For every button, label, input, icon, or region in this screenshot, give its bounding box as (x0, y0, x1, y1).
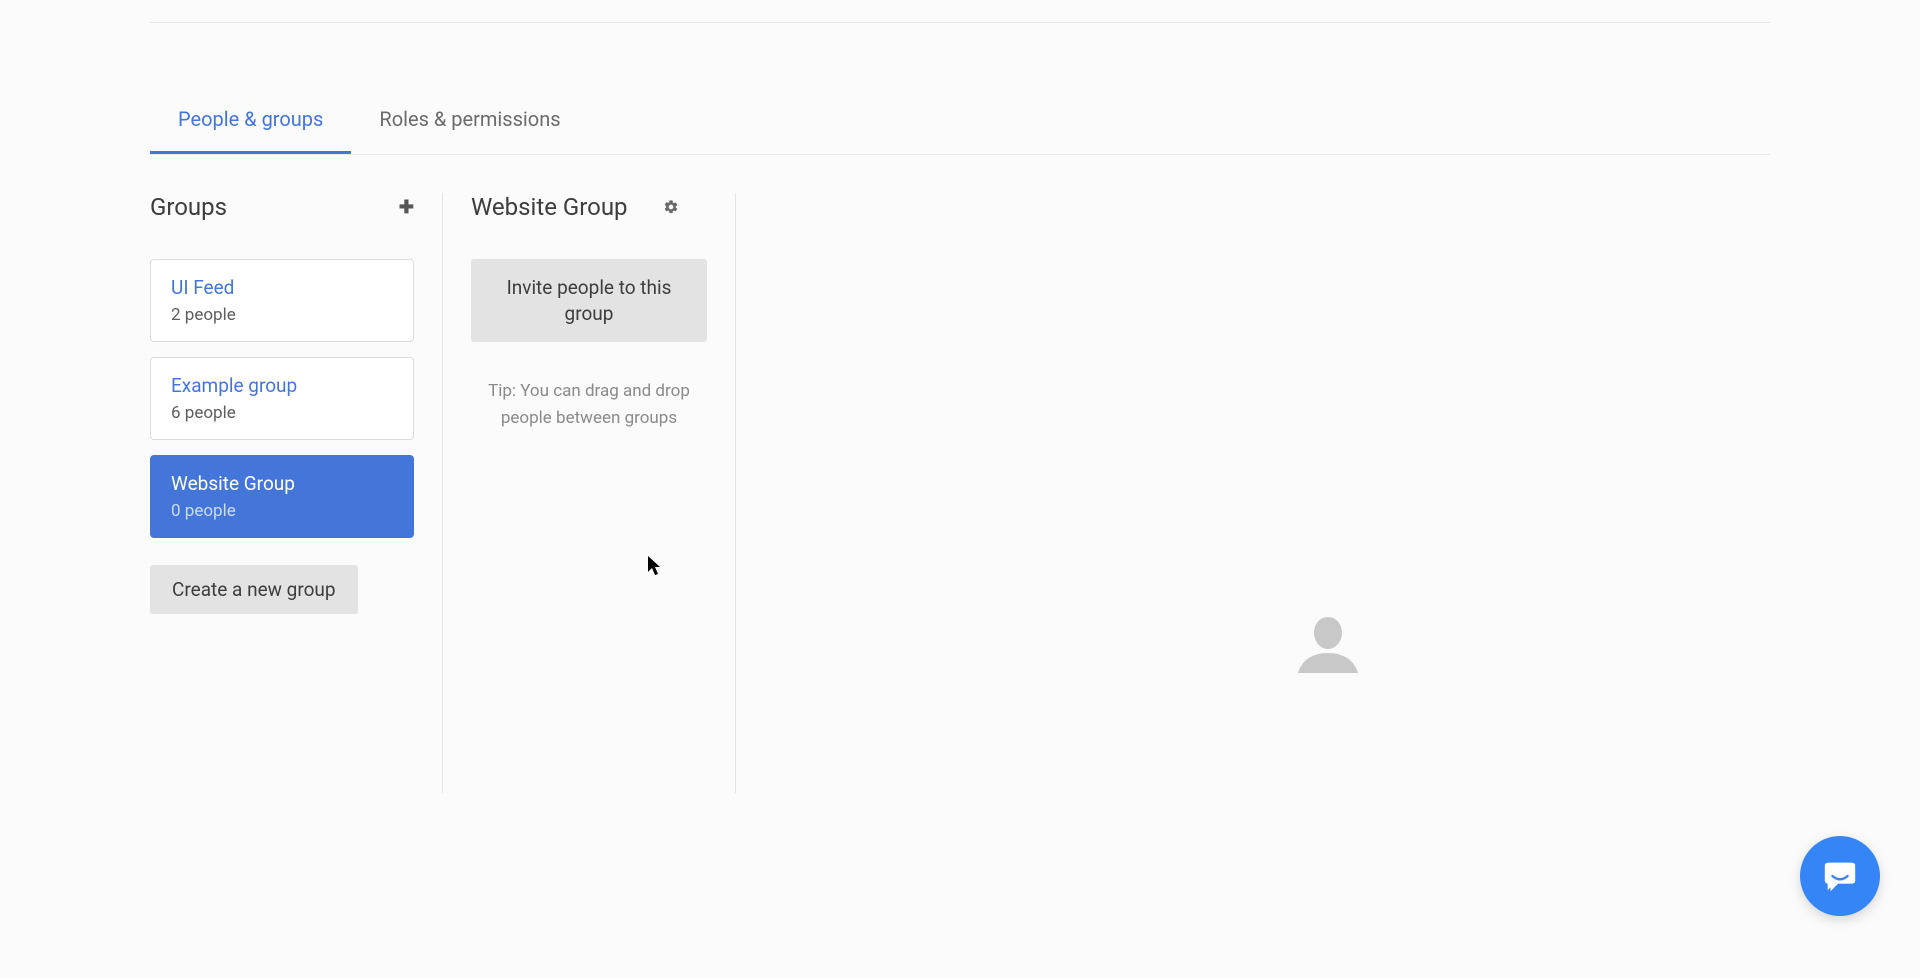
groups-column: Groups ✚ UI Feed 2 people Example group … (150, 193, 443, 793)
groups-heading: Groups (150, 193, 227, 221)
tabs: People & groups Roles & permissions (150, 93, 1770, 155)
group-name: Website Group (171, 472, 393, 495)
create-group-button[interactable]: Create a new group (150, 565, 358, 614)
group-detail-column: Website Group Invite people to this grou… (443, 193, 736, 793)
members-column (736, 193, 1770, 793)
invite-people-button[interactable]: Invite people to this group (471, 259, 707, 342)
tab-people-groups[interactable]: People & groups (150, 93, 351, 154)
group-count: 0 people (171, 501, 393, 521)
group-card-ui-feed[interactable]: UI Feed 2 people (150, 259, 414, 342)
group-list: UI Feed 2 people Example group 6 people … (150, 259, 442, 614)
gear-icon[interactable] (663, 199, 679, 215)
tab-roles-permissions[interactable]: Roles & permissions (351, 93, 588, 154)
drag-drop-tip: Tip: You can drag and drop people betwee… (471, 378, 707, 432)
chat-widget-button[interactable] (1800, 836, 1880, 916)
group-count: 6 people (171, 403, 393, 423)
detail-title: Website Group (471, 193, 628, 221)
group-card-website[interactable]: Website Group 0 people (150, 455, 414, 538)
group-name: UI Feed (171, 276, 393, 299)
group-card-example[interactable]: Example group 6 people (150, 357, 414, 440)
add-group-icon[interactable]: ✚ (399, 197, 414, 218)
group-count: 2 people (171, 305, 393, 325)
avatar-placeholder-icon (1296, 609, 1360, 677)
group-name: Example group (171, 374, 393, 397)
